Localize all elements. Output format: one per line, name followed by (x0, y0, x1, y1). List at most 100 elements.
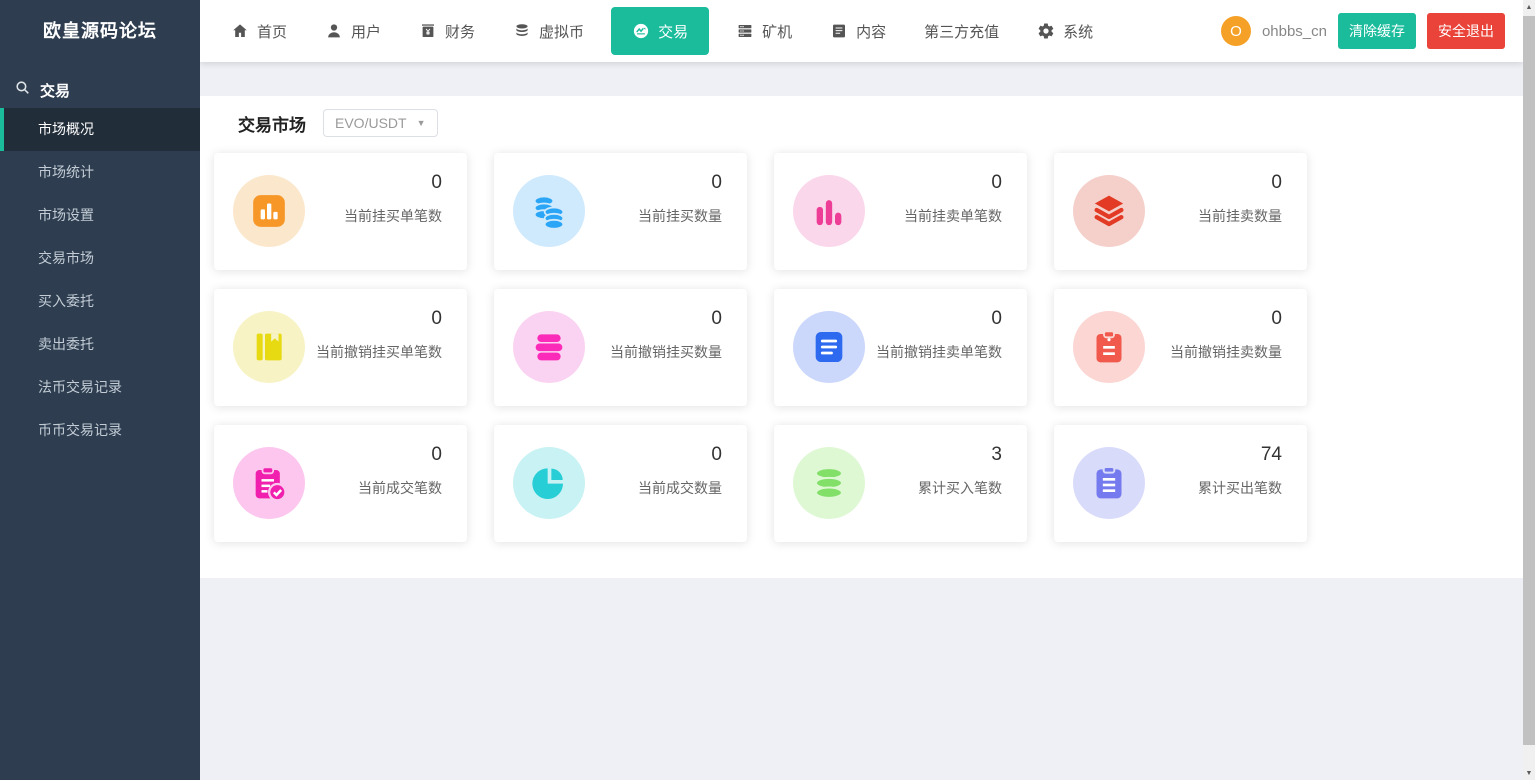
stat-value: 0 (711, 444, 722, 466)
nav-item[interactable]: 系统 (1018, 0, 1112, 62)
scrollbar-thumb[interactable] (1523, 16, 1535, 745)
nav-item[interactable]: 虚拟币 (494, 0, 603, 62)
nav-item-label: 内容 (856, 21, 886, 42)
stat-label: 累计买出笔数 (1198, 478, 1282, 498)
nav-item-label: 虚拟币 (539, 21, 584, 42)
sidebar-item[interactable]: 法币交易记录 (0, 366, 200, 409)
content-icon (830, 22, 848, 40)
nav-item-label: 用户 (351, 21, 381, 42)
sidebar-item[interactable]: 市场统计 (0, 151, 200, 194)
bar-square-icon (233, 175, 305, 247)
sidebar-item[interactable]: 卖出委托 (0, 323, 200, 366)
clear-cache-button[interactable]: 清除缓存 (1338, 13, 1416, 49)
sidebar-section-label: 交易 (40, 80, 70, 101)
stat-label: 当前撤销挂卖单笔数 (876, 342, 1002, 362)
database-icon (793, 447, 865, 519)
stat-value: 0 (991, 172, 1002, 194)
stat-label: 当前挂买单笔数 (344, 206, 442, 226)
layers-icon (1073, 175, 1145, 247)
stat-label: 累计买入笔数 (918, 478, 1002, 498)
market-select-value: EVO/USDT (335, 115, 407, 131)
magnifier-icon (14, 79, 31, 101)
stat-value: 74 (1261, 444, 1282, 466)
nav-item-label: 交易 (658, 21, 688, 42)
stat-card: 0 当前挂买数量 (494, 153, 747, 270)
scroll-up-icon[interactable]: ▲ (1523, 0, 1535, 14)
stat-value: 3 (991, 444, 1002, 466)
sidebar-item[interactable]: 币币交易记录 (0, 409, 200, 452)
gear-icon (1037, 22, 1055, 40)
stat-label: 当前成交笔数 (358, 478, 442, 498)
market-select[interactable]: EVO/USDT ▼ (323, 109, 438, 137)
pie-icon (513, 447, 585, 519)
nav-item-label: 矿机 (762, 21, 792, 42)
coin-stacks-icon (513, 175, 585, 247)
book-icon (233, 311, 305, 383)
finance-icon (419, 22, 437, 40)
stat-value: 0 (1271, 172, 1282, 194)
stat-value: 0 (431, 308, 442, 330)
sidebar-item[interactable]: 交易市场 (0, 237, 200, 280)
sidebar-item[interactable]: 市场概况 (0, 108, 200, 151)
nav-item[interactable]: 首页 (212, 0, 306, 62)
stat-label: 当前挂卖数量 (1198, 206, 1282, 226)
nav-item[interactable]: 第三方充值 (905, 0, 1018, 62)
topnav: 首页 用户 财务 虚拟币 交易 矿机 内容第三方充值 系统 O ohbbs_cn 清除缓存 安… (200, 0, 1523, 62)
stat-card: 74 累计买出笔数 (1054, 425, 1307, 542)
clipboard-lines-icon (1073, 447, 1145, 519)
scroll-down-icon[interactable]: ▼ (1523, 766, 1535, 780)
vertical-scrollbar[interactable]: ▲ ▼ (1523, 0, 1535, 780)
clipboard-check-icon (233, 447, 305, 519)
stat-value: 0 (431, 444, 442, 466)
sidebar-section: 交易 (0, 72, 200, 108)
topnav-right: O ohbbs_cn 清除缓存 安全退出 (1221, 13, 1523, 49)
sidebar-item[interactable]: 买入委托 (0, 280, 200, 323)
chevron-down-icon: ▼ (417, 118, 426, 128)
coins-icon (513, 22, 531, 40)
nav-item[interactable]: 用户 (306, 0, 400, 62)
doc-lines-icon (793, 311, 865, 383)
stat-value: 0 (431, 172, 442, 194)
stat-label: 当前挂买数量 (638, 206, 722, 226)
stat-card: 0 当前挂卖数量 (1054, 153, 1307, 270)
nav-item[interactable]: 财务 (400, 0, 494, 62)
stat-card: 3 累计买入笔数 (774, 425, 1027, 542)
stat-card: 0 当前成交笔数 (214, 425, 467, 542)
app-title: 欧皇源码论坛 (0, 0, 200, 62)
nav-item-label: 首页 (257, 21, 287, 42)
stat-card: 0 当前撤销挂买单笔数 (214, 289, 467, 406)
nav-item[interactable]: 交易 (611, 7, 709, 55)
sidebar: 欧皇源码论坛 交易 市场概况市场统计市场设置交易市场买入委托卖出委托法币交易记录… (0, 0, 200, 780)
stat-value: 0 (991, 308, 1002, 330)
page-title: 交易市场 (238, 111, 306, 136)
nav-item[interactable]: 内容 (811, 0, 905, 62)
clipboard-icon (1073, 311, 1145, 383)
stat-label: 当前撤销挂卖数量 (1170, 342, 1282, 362)
stats-grid: 0 当前挂买单笔数 0 当前挂买数量 0 当前挂卖单笔数 0 当前挂卖数量 0 当前撤销挂买单笔数… (214, 153, 1307, 542)
stat-card: 0 当前撤销挂卖单笔数 (774, 289, 1027, 406)
stat-card: 0当前撤销挂买数量 (494, 289, 747, 406)
exchange-icon (632, 22, 650, 40)
sidebar-menu: 市场概况市场统计市场设置交易市场买入委托卖出委托法币交易记录币币交易记录 (0, 108, 200, 452)
stat-label: 当前撤销挂买数量 (610, 342, 722, 362)
username[interactable]: ohbbs_cn (1262, 23, 1327, 40)
user-icon (325, 22, 343, 40)
stat-label: 当前挂卖单笔数 (904, 206, 1002, 226)
stat-label: 当前撤销挂买单笔数 (316, 342, 442, 362)
avatar[interactable]: O (1221, 16, 1251, 46)
stat-label: 当前成交数量 (638, 478, 722, 498)
topnav-items: 首页 用户 财务 虚拟币 交易 矿机 内容第三方充值 系统 (212, 0, 1112, 62)
stat-card: 0 当前挂卖单笔数 (774, 153, 1027, 270)
stat-value: 0 (711, 172, 722, 194)
main-panel: 交易市场 EVO/USDT ▼ 0当前挂买单笔数0当前挂买数量0当前挂卖单笔数0… (200, 96, 1523, 578)
stat-card: 0当前撤销挂卖数量 (1054, 289, 1307, 406)
stat-card: 0 当前挂买单笔数 (214, 153, 467, 270)
logout-button[interactable]: 安全退出 (1427, 13, 1505, 49)
bar-chart-icon (793, 175, 865, 247)
server-icon (736, 22, 754, 40)
nav-item[interactable]: 矿机 (717, 0, 811, 62)
nav-item-label: 财务 (445, 21, 475, 42)
bars-horizontal-icon (513, 311, 585, 383)
nav-item-label: 系统 (1063, 21, 1093, 42)
sidebar-item[interactable]: 市场设置 (0, 194, 200, 237)
